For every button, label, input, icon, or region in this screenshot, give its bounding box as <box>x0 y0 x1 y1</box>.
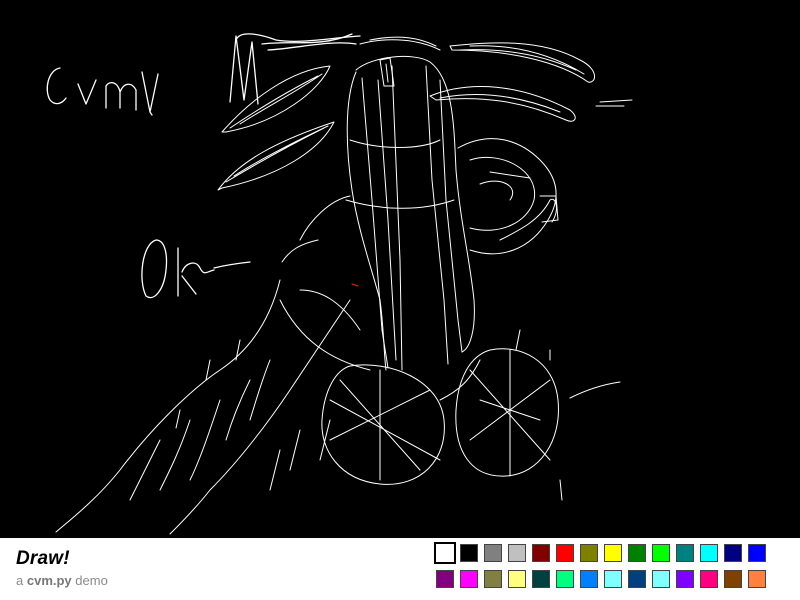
color-swatch[interactable] <box>556 544 574 562</box>
stroke-group-text <box>46 33 361 116</box>
stroke-group-ok <box>141 239 251 299</box>
app-subtitle: a cvm.py demo <box>16 573 108 588</box>
color-swatch[interactable] <box>508 544 526 562</box>
color-swatch[interactable] <box>676 544 694 562</box>
subtitle-suffix: demo <box>75 573 108 588</box>
color-swatch[interactable] <box>652 570 670 588</box>
footer-bar: Draw! a cvm.py demo <box>0 538 800 600</box>
color-swatch[interactable] <box>532 544 550 562</box>
color-swatch[interactable] <box>460 570 478 588</box>
stroke-group-figure <box>55 55 559 535</box>
drawing-canvas[interactable] <box>0 0 800 538</box>
color-swatch[interactable] <box>724 544 742 562</box>
color-swatch[interactable] <box>748 544 766 562</box>
color-swatch[interactable] <box>748 570 766 588</box>
color-swatch[interactable] <box>700 544 718 562</box>
color-swatch[interactable] <box>580 544 598 562</box>
canvas-strokes <box>46 33 633 535</box>
color-swatch[interactable] <box>604 544 622 562</box>
color-swatch[interactable] <box>556 570 574 588</box>
color-palette <box>434 542 772 592</box>
color-swatch[interactable] <box>628 544 646 562</box>
color-swatch[interactable] <box>460 544 478 562</box>
color-swatch[interactable] <box>484 544 502 562</box>
color-swatch[interactable] <box>700 570 718 588</box>
color-swatch[interactable] <box>532 570 550 588</box>
color-swatch[interactable] <box>434 542 456 564</box>
color-swatch[interactable] <box>484 570 502 588</box>
subtitle-prefix: a <box>16 573 24 588</box>
color-swatch[interactable] <box>628 570 646 588</box>
stroke-group-circles <box>321 329 621 501</box>
color-swatch[interactable] <box>580 570 598 588</box>
color-swatch[interactable] <box>604 570 622 588</box>
app-title: Draw! <box>16 548 70 569</box>
subtitle-name: cvm.py <box>26 573 72 588</box>
color-swatch[interactable] <box>676 570 694 588</box>
red-accent-stroke <box>351 283 359 287</box>
color-swatch[interactable] <box>652 544 670 562</box>
color-swatch[interactable] <box>508 570 526 588</box>
color-swatch[interactable] <box>724 570 742 588</box>
color-swatch[interactable] <box>436 570 454 588</box>
